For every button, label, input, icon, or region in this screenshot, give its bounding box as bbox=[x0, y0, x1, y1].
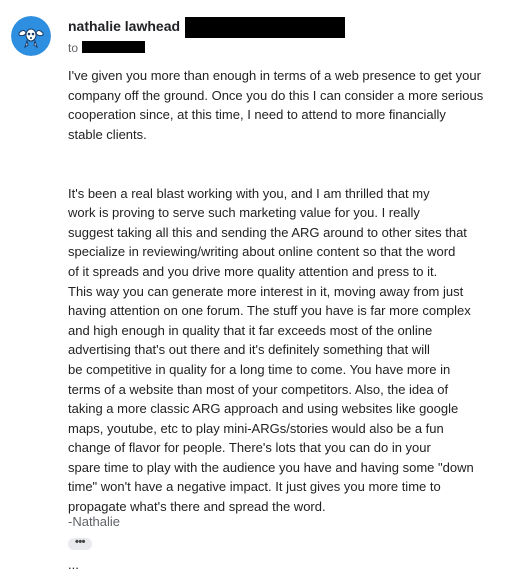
sender-name[interactable]: nathalie lawhead bbox=[68, 18, 180, 34]
body-line: propagate what's there and spread the wo… bbox=[68, 499, 326, 515]
body-line: taking a more classic ARG approach and u… bbox=[68, 401, 459, 417]
email-message: nathalie lawhead to I've given you more … bbox=[0, 0, 506, 574]
avatar[interactable] bbox=[11, 16, 51, 56]
more-dots-label: ••• bbox=[74, 535, 86, 548]
body-line: time" won't have a negative impact. It j… bbox=[68, 479, 441, 495]
body-line: of it spreads and you drive more quality… bbox=[68, 263, 438, 279]
body-line: I've given you more than enough in terms… bbox=[68, 68, 481, 83]
paragraph: It's been a real blast working with you,… bbox=[68, 184, 498, 517]
show-trimmed-content-button[interactable]: ••• bbox=[68, 535, 92, 550]
body-line: It's been a real blast working with you,… bbox=[68, 185, 430, 201]
body-line: cooperation since, at this time, I need … bbox=[68, 107, 446, 123]
message-body: I've given you more than enough in terms… bbox=[68, 66, 498, 517]
body-line: advertising that's out there and it's de… bbox=[68, 342, 430, 358]
body-line: spare time to play with the audience you… bbox=[68, 459, 474, 475]
body-line: terms of a website than most of your com… bbox=[68, 381, 449, 397]
trailing-ellipsis: ... bbox=[68, 557, 79, 572]
signature: -Nathalie bbox=[68, 514, 121, 529]
redacted-sender-email bbox=[185, 17, 345, 38]
body-line: and high enough in quality that it far e… bbox=[68, 322, 433, 338]
avatar-icon bbox=[11, 16, 51, 56]
body-line: This way you can generate more interest … bbox=[68, 283, 464, 299]
body-line: specialize in reviewing/writing about on… bbox=[68, 244, 456, 260]
body-line: be competitive in quality for a long tim… bbox=[68, 361, 451, 377]
body-line: change of flavor for people. There's lot… bbox=[68, 440, 431, 456]
recipient-label: to bbox=[68, 41, 79, 55]
paragraph: I've given you more than enough in terms… bbox=[68, 66, 498, 144]
body-line: having attention on one forum. The stuff… bbox=[68, 303, 471, 319]
body-line: suggest taking all this and sending the … bbox=[68, 224, 467, 240]
body-line: work is proving to serve such marketing … bbox=[68, 205, 420, 221]
body-line: company off the ground. Once you do this… bbox=[68, 87, 484, 103]
body-line: maps, youtube, etc to play mini-ARGs/sto… bbox=[68, 420, 444, 436]
body-line: stable clients. bbox=[68, 126, 147, 142]
redacted-recipient[interactable] bbox=[82, 41, 145, 53]
